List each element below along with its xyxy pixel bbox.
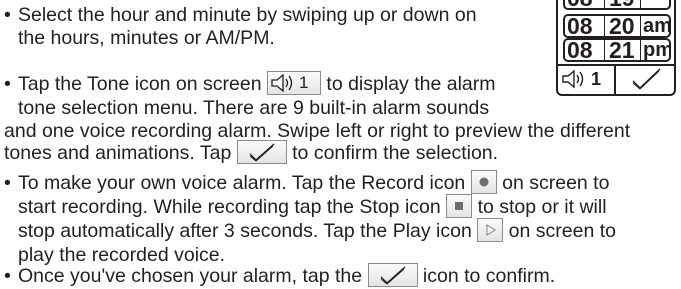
confirm-icon [236, 140, 287, 164]
b2-line4-post: to confirm the selection. [292, 142, 499, 165]
b3-line4: play the recorded voice. [18, 244, 226, 266]
b2-post: to display the alarm [326, 73, 496, 96]
time-row-next: 08 21 pm [563, 38, 671, 62]
divider [640, 40, 641, 60]
bullet-voice-alarm: • To make your own voice alarm. Tap the R… [4, 170, 676, 267]
bullet-dot: • [4, 73, 11, 96]
alarm-screen-illustration: 08 19 08 20 am 08 21 pm 1 [556, 0, 676, 96]
checkmark-icon [380, 266, 405, 285]
divider [604, 0, 605, 8]
b2-line4: tones and animations. Tap to confirm the… [4, 140, 676, 166]
b2-line4-pre: tones and animations. Tap [4, 142, 232, 165]
minute-value: 20 [609, 14, 635, 38]
checkmark-icon [249, 143, 275, 162]
play-icon [477, 218, 504, 242]
tone-number: 1 [591, 69, 602, 89]
checkmark-icon [632, 68, 661, 90]
b3-line1-post: on screen to [502, 172, 610, 195]
ampm-value: pm [643, 39, 671, 61]
bullet-dot: • [4, 172, 11, 195]
b3-line3-pre: stop automatically after 3 seconds. Tap … [18, 220, 472, 243]
speaker-icon [562, 69, 584, 89]
b4-post: icon to confirm. [422, 265, 556, 288]
hour-value: 08 [567, 38, 593, 62]
play-triangle-icon [486, 224, 497, 236]
record-dot-icon [479, 177, 489, 187]
divider [604, 16, 605, 36]
speaker-icon [271, 73, 293, 93]
b4-pre: Once you've chosen your alarm, tap the [18, 265, 363, 288]
b2-line3: and one voice recording alarm. Swipe lef… [4, 119, 631, 142]
time-row-previous: 08 19 [563, 0, 671, 10]
hour-value: 08 [567, 14, 593, 38]
bullet-select-time: • Select the hour and minute by swiping u… [4, 4, 544, 49]
stop-square-icon [455, 202, 464, 210]
record-icon [470, 170, 497, 194]
divider [640, 0, 641, 8]
time-row-selected: 08 20 am [563, 14, 671, 38]
screen-tone-button: 1 [558, 66, 616, 94]
screen-buttons: 1 [558, 64, 674, 94]
b2-pre: Tap the Tone icon on screen [18, 73, 262, 96]
screen-confirm-button [618, 66, 674, 94]
minute-value: 21 [609, 38, 635, 62]
b3-line3: stop automatically after 3 seconds. Tap … [4, 218, 676, 244]
b1-line2: the hours, minutes or AM/PM. [18, 26, 275, 49]
b2-line2: tone selection menu. There are 9 built-i… [18, 97, 490, 119]
b3-line2-pre: start recording. While recording tap the… [18, 196, 441, 219]
tone-number: 1 [298, 73, 309, 92]
confirm-icon [367, 263, 418, 287]
b3-line2: start recording. While recording tap the… [4, 194, 676, 220]
bullet-dot: • [4, 4, 11, 26]
bullet-confirm: • Once you've chosen your alarm, tap the … [4, 263, 676, 289]
b3-line2-post: to stop or it will [477, 196, 607, 219]
bullet-tone: • Tap the Tone icon on screen 1 to displa… [4, 71, 630, 166]
b3-line3-post: on screen to [508, 220, 616, 243]
ampm-value: am [643, 15, 671, 37]
hour-value: 08 [567, 0, 593, 8]
bullet-dot: • [4, 265, 11, 288]
b1-line1: Select the hour and minute by swiping up… [18, 4, 477, 26]
tone-icon: 1 [266, 71, 321, 95]
divider [604, 40, 605, 60]
minute-value: 19 [609, 0, 635, 8]
divider [640, 16, 641, 36]
b3-line1-pre: To make your own voice alarm. Tap the Re… [18, 172, 466, 195]
stop-icon [446, 194, 473, 218]
